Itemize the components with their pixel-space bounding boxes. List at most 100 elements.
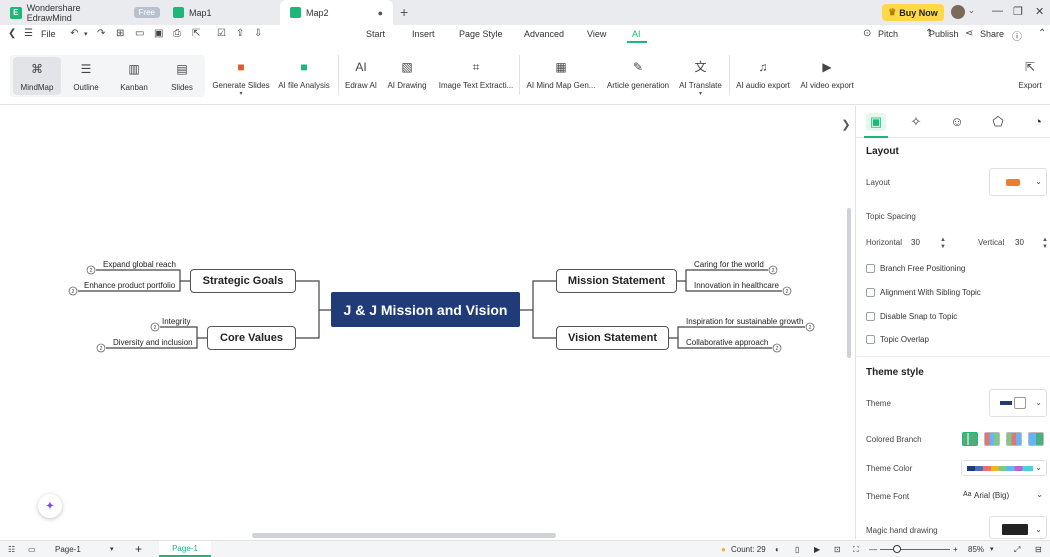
edraw-ai-assistant-icon[interactable]: ✦ bbox=[38, 494, 62, 518]
book-view-icon[interactable]: ▯ bbox=[795, 545, 799, 554]
colored-branch-option-4[interactable] bbox=[1028, 432, 1044, 446]
ai-mindmap-gen-button[interactable]: ▦ AI Mind Map Gen... bbox=[526, 59, 596, 90]
pitch-icon[interactable]: ⊙ bbox=[863, 28, 871, 39]
tab-map2[interactable]: Map2 ● bbox=[280, 0, 393, 25]
subtopic-diversity-inclusion[interactable]: Diversity and inclusion bbox=[113, 338, 193, 347]
file-menu[interactable]: File bbox=[41, 29, 56, 39]
unsaved-dot-icon[interactable]: ● bbox=[378, 8, 383, 18]
new-tab-plus-icon[interactable]: + bbox=[400, 4, 408, 20]
edraw-ai-button[interactable]: AI Edraw AI bbox=[342, 59, 380, 90]
disable-snap-checkbox[interactable] bbox=[866, 312, 875, 321]
zoom-slider[interactable] bbox=[880, 549, 950, 550]
tab-clipart-icon[interactable]: ⬠ bbox=[988, 113, 1008, 131]
view-mindmap-button[interactable]: ⌘ MindMap bbox=[13, 57, 61, 95]
menu-page-style[interactable]: Page Style bbox=[459, 29, 503, 39]
subtopic-collaborative-approach[interactable]: Collaborative approach bbox=[686, 338, 768, 347]
dropdown-arrow-icon[interactable]: ▾ bbox=[699, 90, 702, 97]
tab-map1[interactable]: Map1 bbox=[163, 0, 278, 25]
zoom-level[interactable]: 85% bbox=[968, 545, 984, 554]
tab-style-sparkle-icon[interactable]: ✧ bbox=[906, 113, 926, 131]
undo-icon[interactable]: ↶ bbox=[70, 28, 78, 39]
spinner-down-icon[interactable]: ▼ bbox=[1042, 244, 1048, 250]
topic-core-values[interactable]: Core Values bbox=[207, 326, 296, 350]
tab-history-icon[interactable]: ◔ bbox=[1028, 113, 1048, 131]
topic-vision-statement[interactable]: Vision Statement bbox=[556, 326, 669, 350]
spinner-up-icon[interactable]: ▲ bbox=[940, 237, 946, 243]
add-page-icon[interactable]: + bbox=[135, 542, 142, 556]
menu-insert[interactable]: Insert bbox=[412, 29, 435, 39]
minimize-icon[interactable]: — bbox=[992, 5, 1003, 17]
ai-translate-button[interactable]: 文 AI Translate ▾ bbox=[678, 59, 723, 97]
branch-free-positioning-checkbox[interactable] bbox=[866, 264, 875, 273]
fullscreen-icon[interactable]: ⛶ bbox=[853, 545, 859, 555]
colored-branch-option-1[interactable] bbox=[962, 432, 978, 446]
menu-start[interactable]: Start bbox=[366, 29, 385, 39]
save-icon[interactable]: ▣ bbox=[154, 28, 163, 39]
zoom-out-icon[interactable]: — bbox=[869, 545, 877, 554]
export-quick-icon[interactable]: ⇱ bbox=[192, 28, 200, 39]
page-tab-1[interactable]: Page-1 bbox=[159, 541, 211, 557]
redo-icon[interactable]: ↷ bbox=[97, 28, 105, 39]
subtopic-sustainable-growth[interactable]: Inspiration for sustainable growth bbox=[686, 317, 803, 326]
theme-color-selector[interactable]: ⌄ bbox=[961, 460, 1047, 476]
subtopic-integrity[interactable]: Integrity bbox=[162, 317, 190, 326]
subtopic-enhance-product-portfolio[interactable]: Enhance product portfolio bbox=[84, 281, 175, 290]
tab-page-format-icon[interactable]: ▣ bbox=[866, 113, 886, 131]
pitch-button[interactable]: Pitch bbox=[878, 29, 898, 39]
page-select[interactable]: Page-1 bbox=[55, 545, 81, 554]
maximize-icon[interactable]: ❐ bbox=[1013, 5, 1023, 18]
ai-audio-export-button[interactable]: ♫ AI audio export bbox=[734, 59, 792, 90]
topic-overlap-checkbox[interactable] bbox=[866, 335, 875, 344]
topic-mission-statement[interactable]: Mission Statement bbox=[556, 269, 677, 293]
new-file-icon[interactable]: ⊞ bbox=[116, 28, 124, 39]
view-slides-button[interactable]: ▤ Slides bbox=[158, 61, 206, 92]
horizontal-spacing-input[interactable]: 30 bbox=[911, 238, 943, 252]
hamburger-menu-icon[interactable]: ☰ bbox=[24, 28, 33, 39]
share-icon[interactable]: ⋖ bbox=[965, 28, 973, 39]
undo-dropdown-icon[interactable]: ▾ bbox=[84, 30, 88, 38]
free-badge[interactable]: Free bbox=[133, 7, 160, 18]
theme-font-selector[interactable]: Aa Arial (Big) ⌄ bbox=[961, 488, 1047, 504]
avatar[interactable] bbox=[951, 5, 965, 19]
open-folder-icon[interactable]: ▭ bbox=[135, 28, 144, 39]
spinner-up-icon[interactable]: ▲ bbox=[1042, 237, 1048, 243]
view-outline-button[interactable]: ☰ Outline bbox=[62, 61, 110, 92]
layout-selector[interactable]: ⌄ bbox=[989, 168, 1047, 196]
dropdown-arrow-icon[interactable]: ▾ bbox=[239, 90, 242, 97]
vertical-scrollbar[interactable] bbox=[847, 208, 851, 358]
buy-now-button[interactable]: ♛ Buy Now bbox=[882, 4, 944, 21]
zoom-slider-handle[interactable] bbox=[893, 545, 901, 553]
fit-page-icon[interactable]: ⊡ bbox=[834, 545, 841, 554]
menu-advanced[interactable]: Advanced bbox=[524, 29, 564, 39]
article-generation-button[interactable]: ✎ Article generation bbox=[605, 59, 671, 90]
close-icon[interactable]: ✕ bbox=[1035, 5, 1044, 18]
view-kanban-button[interactable]: ▥ Kanban bbox=[110, 61, 158, 92]
magic-hand-selector[interactable]: ⌄ bbox=[989, 516, 1047, 539]
checkbox-edit-icon[interactable]: ☑ bbox=[217, 28, 226, 39]
ai-drawing-button[interactable]: ▧ AI Drawing bbox=[385, 59, 429, 90]
menu-ai[interactable]: AI bbox=[632, 29, 641, 39]
print-icon[interactable]: ⎙ bbox=[173, 28, 181, 39]
theme-mode-icon[interactable]: ◐ bbox=[775, 545, 780, 554]
ribbon-collapse-icon[interactable]: ⌃ bbox=[1038, 28, 1046, 39]
sidebar-toggle-icon[interactable]: ▭ bbox=[28, 545, 36, 554]
ai-file-analysis-button[interactable]: ■ AI file Analysis bbox=[276, 59, 332, 90]
theme-selector[interactable]: ⌄ bbox=[989, 389, 1047, 417]
app-tab[interactable]: E Wondershare EdrawMind Free bbox=[0, 0, 160, 25]
chevron-down-icon[interactable]: ▾ bbox=[110, 545, 114, 553]
publish-button[interactable]: Publish bbox=[929, 29, 959, 39]
colored-branch-option-2[interactable] bbox=[984, 432, 1000, 446]
back-icon[interactable]: ❮ bbox=[8, 28, 16, 39]
subtopic-caring-for-world[interactable]: Caring for the world bbox=[694, 260, 764, 269]
export-button[interactable]: ⇱ Export bbox=[1015, 59, 1045, 90]
generate-slides-button[interactable]: ■ Generate Slides ▾ bbox=[212, 59, 270, 97]
central-topic[interactable]: J & J Mission and Vision bbox=[331, 292, 520, 327]
share-button[interactable]: Share bbox=[980, 29, 1004, 39]
horizontal-scrollbar[interactable] bbox=[252, 533, 556, 538]
zoom-in-icon[interactable]: + bbox=[953, 545, 958, 554]
topic-strategic-goals[interactable]: Strategic Goals bbox=[190, 269, 296, 293]
image-text-extraction-button[interactable]: ⌗ Image Text Extracti... bbox=[438, 59, 514, 90]
chevron-down-icon[interactable]: ⌄ bbox=[968, 6, 975, 15]
spinner-down-icon[interactable]: ▼ bbox=[940, 244, 946, 250]
help-icon[interactable]: ⓘ bbox=[1012, 28, 1022, 43]
